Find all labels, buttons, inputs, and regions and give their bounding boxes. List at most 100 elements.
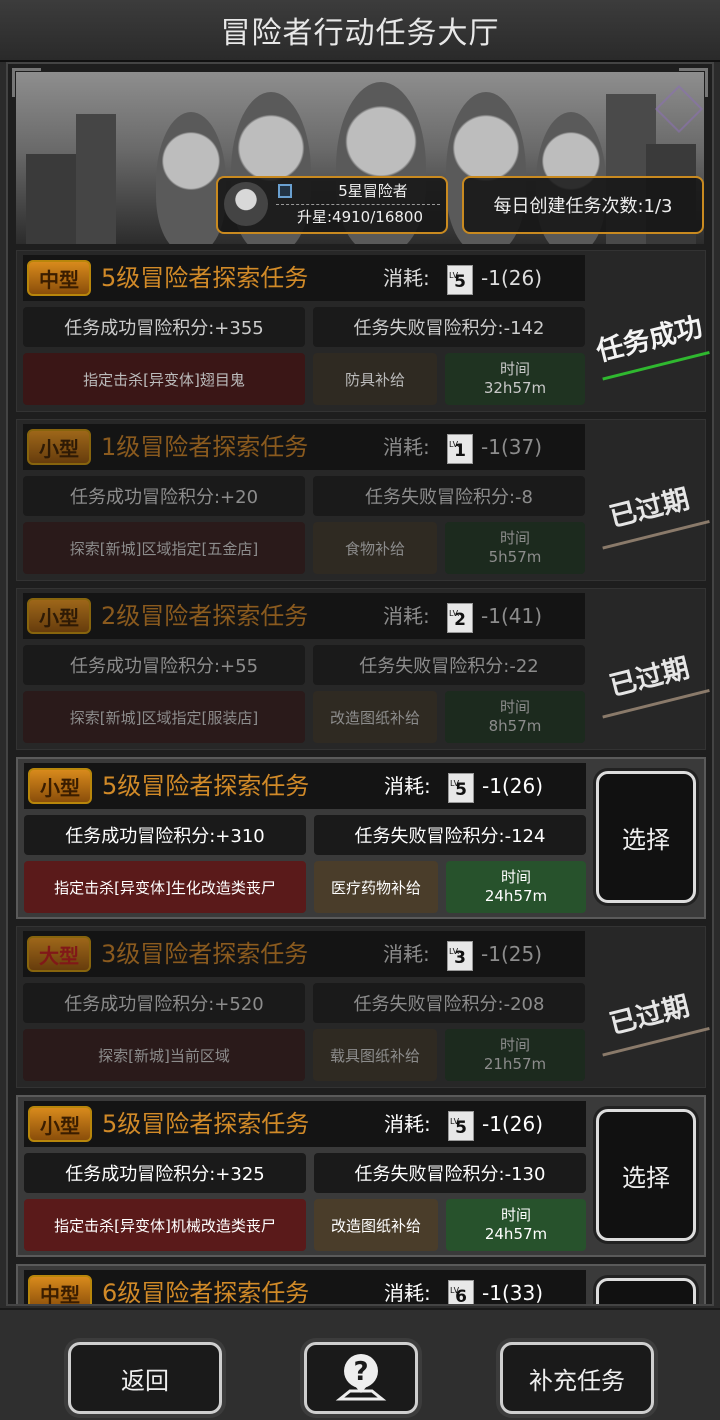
mission-time: 时间 24h57m xyxy=(446,861,586,913)
mission-reward: 医疗药物补给 xyxy=(314,861,438,913)
mission-card: 小型 5级冒险者探索任务 消耗: LV. 5 -1(26) 任务成功冒险积分:+3… xyxy=(16,1095,706,1257)
time-value: 8h57m xyxy=(488,717,542,735)
mission-size-tag: 小型 xyxy=(28,1106,92,1142)
daily-create-counter: 每日创建任务次数:1/3 xyxy=(462,176,704,234)
help-question-icon: ? xyxy=(335,1354,387,1401)
mission-target: 指定击杀[异变体]机械改造类丧尸 xyxy=(24,1199,306,1251)
title-bar: 冒险者行动任务大厅 xyxy=(0,0,720,62)
level-card-icon: LV. 2 xyxy=(447,603,473,633)
mission-title: 1级冒险者探索任务 xyxy=(101,433,309,461)
mission-reward: 改造图纸补给 xyxy=(314,1199,438,1251)
fail-score: 任务失败冒险积分:-208 xyxy=(313,983,585,1023)
success-score: 任务成功冒险积分:+355 xyxy=(23,307,305,347)
fail-score: 任务失败冒险积分:-130 xyxy=(314,1153,586,1193)
level-card-icon: LV. 1 xyxy=(447,434,473,464)
mission-expired-stamp: 已过期 xyxy=(590,471,710,550)
cost-value: -1(37) xyxy=(481,435,542,459)
cost-label: 消耗: xyxy=(383,435,430,459)
cost-label: 消耗: xyxy=(383,604,430,628)
mission-title: 2级冒险者探索任务 xyxy=(101,602,309,630)
mission-target: 指定击杀[异变体]生化改造类丧尸 xyxy=(24,861,306,913)
mission-reward: 载具图纸补给 xyxy=(313,1029,437,1081)
success-score: 任务成功冒险积分:+520 xyxy=(23,983,305,1023)
fail-score: 任务失败冒险积分:-22 xyxy=(313,645,585,685)
mission-size-tag: 中型 xyxy=(27,260,91,296)
mission-reward: 食物补给 xyxy=(313,522,437,574)
mission-card: 中型 5级冒险者探索任务 消耗: LV. 5 -1(26) 任务成功冒险积分:+3… xyxy=(16,250,710,412)
mission-time: 时间 24h57m xyxy=(446,1199,586,1251)
time-value: 5h57m xyxy=(488,548,542,566)
help-button[interactable]: ? xyxy=(304,1342,418,1414)
mission-target: 探索[新城]区域指定[五金店] xyxy=(23,522,305,574)
time-label: 时间 xyxy=(499,698,530,716)
mission-title: 5级冒险者探索任务 xyxy=(102,1110,310,1138)
level-card-icon: LV. 6 xyxy=(448,1280,474,1304)
svg-text:?: ? xyxy=(353,1357,368,1387)
select-mission-button[interactable]: 选择 xyxy=(596,771,696,903)
time-value: 21h57m xyxy=(483,1055,547,1073)
mission-header: 小型 5级冒险者探索任务 消耗: LV. 5 -1(26) xyxy=(24,763,586,809)
cost-label: 消耗: xyxy=(384,774,431,798)
mission-time: 时间 21h57m xyxy=(445,1029,585,1081)
level-card-icon: LV. 5 xyxy=(448,773,474,803)
mission-reward: 防具补给 xyxy=(313,353,437,405)
bottom-toolbar: 返回 ? 补充任务 xyxy=(0,1308,720,1420)
mission-card: 中型 6级冒险者探索任务 消耗: LV. 6 -1(33) xyxy=(16,1264,706,1306)
mission-time: 时间 5h57m xyxy=(445,522,585,574)
cost-label: 消耗: xyxy=(384,1281,431,1305)
level-card-icon: LV. 5 xyxy=(448,1111,474,1141)
time-label: 时间 xyxy=(500,1206,531,1224)
mission-header: 中型 6级冒险者探索任务 消耗: LV. 6 -1(33) xyxy=(24,1270,586,1306)
select-mission-button[interactable] xyxy=(596,1278,696,1304)
mission-size-tag: 小型 xyxy=(28,768,92,804)
player-rank-label: 5星冒险者 xyxy=(338,182,408,200)
mission-title: 5级冒险者探索任务 xyxy=(102,772,310,800)
time-value: 24h57m xyxy=(484,1225,548,1243)
time-value: 32h57m xyxy=(483,379,547,397)
mission-title: 3级冒险者探索任务 xyxy=(101,940,309,968)
mission-header: 小型 5级冒险者探索任务 消耗: LV. 5 -1(26) xyxy=(24,1101,586,1147)
player-rank-badge[interactable]: 5星冒险者 升星:4910/16800 xyxy=(216,176,448,234)
mission-time: 时间 8h57m xyxy=(445,691,585,743)
back-button[interactable]: 返回 xyxy=(68,1342,222,1414)
time-value: 24h57m xyxy=(484,887,548,905)
daily-create-label: 每日创建任务次数:1/3 xyxy=(493,196,673,217)
success-score: 任务成功冒险积分:+20 xyxy=(23,476,305,516)
faction-logo-icon xyxy=(654,84,704,134)
rank-gem-icon xyxy=(278,184,292,198)
cost-label: 消耗: xyxy=(383,266,430,290)
avatar xyxy=(224,182,268,226)
mission-expired-stamp: 已过期 xyxy=(590,640,710,719)
success-score: 任务成功冒险积分:+55 xyxy=(23,645,305,685)
select-mission-button[interactable]: 选择 xyxy=(596,1109,696,1241)
fail-score: 任务失败冒险积分:-8 xyxy=(313,476,585,516)
mission-size-tag: 中型 xyxy=(28,1275,92,1304)
fail-score: 任务失败冒险积分:-142 xyxy=(313,307,585,347)
cost-value: -1(26) xyxy=(482,1112,543,1136)
mission-expired-stamp: 已过期 xyxy=(590,978,710,1057)
mission-card: 大型 3级冒险者探索任务 消耗: LV. 3 -1(25) 任务成功冒险积分:+5… xyxy=(16,926,710,1088)
mission-header: 大型 3级冒险者探索任务 消耗: LV. 3 -1(25) xyxy=(23,931,585,977)
ruin-building xyxy=(76,114,116,244)
cost-value: -1(25) xyxy=(481,942,542,966)
cost-label: 消耗: xyxy=(383,942,430,966)
cost-label: 消耗: xyxy=(384,1112,431,1136)
cost-value: -1(26) xyxy=(481,266,542,290)
cost-value: -1(33) xyxy=(482,1281,543,1305)
level-card-icon: LV. 3 xyxy=(447,941,473,971)
page-title: 冒险者行动任务大厅 xyxy=(220,16,500,51)
fail-score: 任务失败冒险积分:-124 xyxy=(314,815,586,855)
add-mission-button[interactable]: 补充任务 xyxy=(500,1342,654,1414)
mission-size-tag: 小型 xyxy=(27,598,91,634)
mission-header: 小型 2级冒险者探索任务 消耗: LV. 2 -1(41) xyxy=(23,593,585,639)
mission-title: 5级冒险者探索任务 xyxy=(101,264,309,292)
mission-card: 小型 2级冒险者探索任务 消耗: LV. 2 -1(41) 任务成功冒险积分:+5… xyxy=(16,588,710,750)
rank-divider xyxy=(276,204,440,205)
time-label: 时间 xyxy=(499,529,530,547)
mission-reward: 改造图纸补给 xyxy=(313,691,437,743)
time-label: 时间 xyxy=(499,360,530,378)
mission-success-stamp: 任务成功 xyxy=(590,302,710,381)
level-card-icon: LV. 5 xyxy=(447,265,473,295)
mission-title: 6级冒险者探索任务 xyxy=(102,1279,310,1306)
mission-target: 指定击杀[异变体]翅目鬼 xyxy=(23,353,305,405)
